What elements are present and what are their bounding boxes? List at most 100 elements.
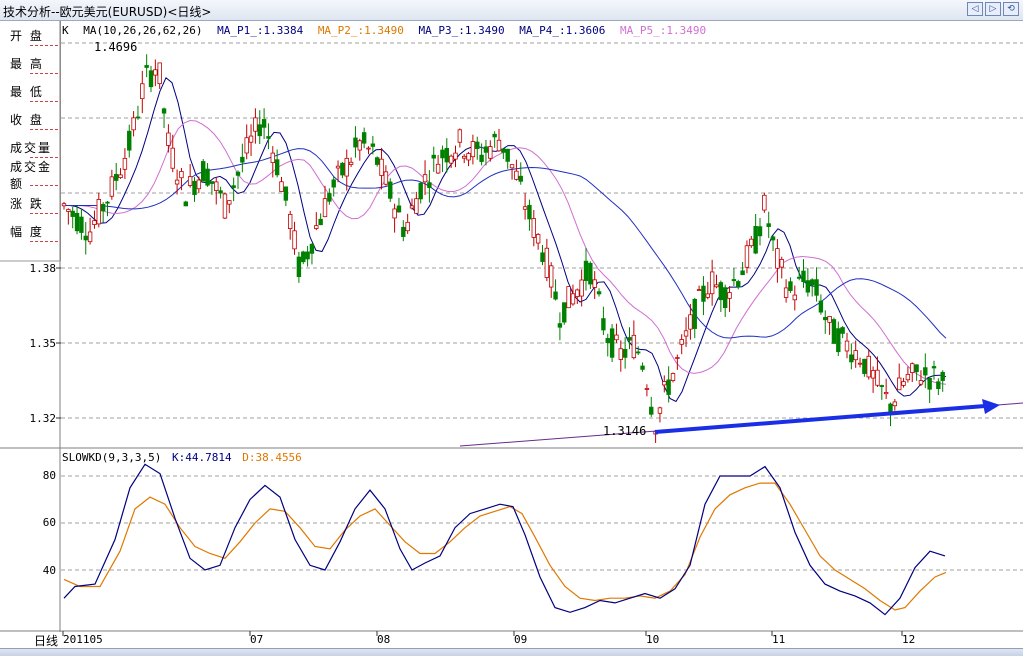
candle-body xyxy=(705,293,710,298)
candle-body xyxy=(575,289,580,297)
kd-tick-label: 40 xyxy=(42,564,56,577)
candle-body xyxy=(770,236,776,241)
candle-body xyxy=(209,181,215,184)
candle-body xyxy=(897,377,902,391)
candle-body xyxy=(840,327,845,334)
kd-layer xyxy=(63,463,947,616)
candle-body xyxy=(392,208,397,219)
kd-tick-label: 80 xyxy=(42,469,56,482)
candle-body xyxy=(488,146,493,159)
candle-body xyxy=(348,161,354,165)
candle-body xyxy=(274,159,280,176)
sidebar-item-change[interactable]: 涨 跌 xyxy=(0,189,60,217)
sidebar-item-label: 涨 跌 xyxy=(10,196,44,211)
candle-body xyxy=(409,205,415,209)
candle-body xyxy=(340,162,345,176)
quote-sidebar: 开 盘 最 高 最 低 收 盘 成交量 成交金额 涨 跌 幅 度 xyxy=(0,21,61,261)
candle-body xyxy=(435,163,441,174)
candle-body xyxy=(105,201,110,204)
candle-body xyxy=(844,340,850,352)
ma-p1-line xyxy=(64,77,947,403)
candle-body xyxy=(923,367,928,376)
candle-body xyxy=(866,355,871,378)
candle-body xyxy=(679,339,684,345)
candle-body xyxy=(92,220,97,225)
forward-icon[interactable]: ▷ xyxy=(985,2,1001,16)
candle-body xyxy=(483,146,489,153)
candle-body xyxy=(931,366,937,369)
candle-body xyxy=(805,280,811,293)
candle-body xyxy=(601,318,606,331)
candle-body xyxy=(218,190,223,194)
sidebar-item-label: 最 低 xyxy=(10,84,44,99)
candle-body xyxy=(422,174,428,183)
sidebar-item-low[interactable]: 最 低 xyxy=(0,77,60,105)
candle-body xyxy=(370,143,376,147)
candle-body xyxy=(783,287,789,298)
candle-body xyxy=(557,323,563,328)
candle-body xyxy=(631,334,637,359)
candle-body xyxy=(596,291,602,295)
sidebar-item-percent[interactable]: 幅 度 xyxy=(0,217,60,245)
candle-body xyxy=(588,262,593,285)
date-label: 07 xyxy=(250,633,264,646)
candle-body xyxy=(836,328,841,353)
chart-canvas[interactable] xyxy=(0,0,1023,655)
candle-body xyxy=(614,334,619,341)
candle-body xyxy=(183,201,188,207)
candle-body xyxy=(244,137,249,154)
moving-average-layer xyxy=(64,77,947,403)
back-icon[interactable]: ◁ xyxy=(967,2,983,16)
date-label: 12 xyxy=(902,633,916,646)
candle-body xyxy=(292,230,297,250)
candle-body xyxy=(470,141,476,158)
candle-body xyxy=(918,380,924,385)
candle-body xyxy=(670,373,676,381)
candle-body xyxy=(366,147,371,150)
price-tick-label: 1.38 xyxy=(29,262,57,275)
candle-body xyxy=(818,300,824,313)
kd-d-value: D:38.4556 xyxy=(242,451,302,464)
grid-layer xyxy=(0,21,1023,636)
candle-body xyxy=(662,381,667,386)
sidebar-item-label: 开 盘 xyxy=(10,28,44,43)
sidebar-item-close[interactable]: 收 盘 xyxy=(0,105,60,133)
candle-body xyxy=(361,132,367,144)
candle-body xyxy=(731,279,737,282)
candle-body xyxy=(914,364,919,373)
candle-body xyxy=(466,153,471,161)
candle-body xyxy=(309,243,315,254)
candle-body xyxy=(100,204,106,212)
candle-body xyxy=(544,247,550,278)
sidebar-item-label: 成交量 xyxy=(10,140,53,155)
sidebar-item-open[interactable]: 开 盘 xyxy=(0,21,60,49)
candle-body xyxy=(875,369,880,386)
candle-body xyxy=(740,270,745,276)
sidebar-item-volume[interactable]: 成交量 xyxy=(0,133,60,161)
candle-body xyxy=(70,210,75,217)
ma-p5-line xyxy=(64,119,947,385)
candle-body xyxy=(109,176,115,197)
candle-body xyxy=(174,179,180,185)
candle-body xyxy=(788,281,793,291)
candle-body xyxy=(683,330,689,337)
candle-body xyxy=(792,294,797,301)
candle-body xyxy=(457,129,463,143)
candle-body xyxy=(905,373,911,381)
candle-body xyxy=(509,164,515,169)
candle-body xyxy=(888,403,893,414)
candle-body xyxy=(910,363,915,373)
candle-body xyxy=(383,171,389,185)
refresh-icon[interactable]: ⟲ xyxy=(1003,2,1019,16)
sidebar-item-amount[interactable]: 成交金额 xyxy=(0,160,60,191)
candle-body xyxy=(279,181,284,192)
candle-body xyxy=(692,298,697,329)
candle-body xyxy=(879,385,884,388)
candle-body xyxy=(301,251,306,263)
candle-body xyxy=(205,168,210,186)
candle-body xyxy=(418,182,423,200)
sidebar-item-high[interactable]: 最 高 xyxy=(0,49,60,77)
candle-body xyxy=(431,154,436,159)
candle-body xyxy=(344,157,349,177)
candle-body xyxy=(605,338,610,343)
